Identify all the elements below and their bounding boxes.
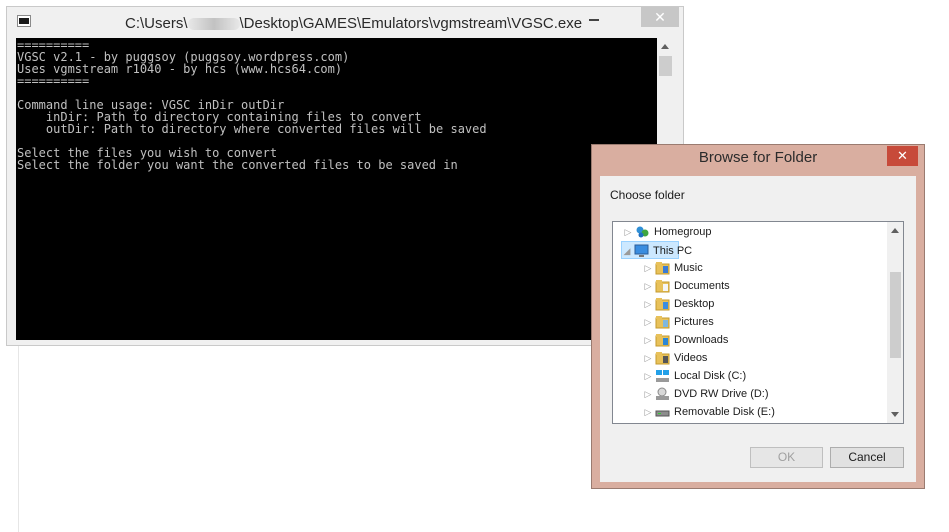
tree-item-label: Homegroup xyxy=(654,226,712,238)
expand-arrow-icon[interactable]: ▷ xyxy=(623,223,633,241)
documents-folder-icon xyxy=(655,279,670,293)
console-output[interactable]: ========== VGSC v2.1 - by puggsoy (puggs… xyxy=(16,38,657,340)
scroll-down-icon[interactable] xyxy=(891,412,899,417)
tree-item-label: Removable Disk (E:) xyxy=(674,406,775,418)
expand-arrow-icon[interactable]: ▷ xyxy=(643,295,653,313)
expand-arrow-icon[interactable]: ▷ xyxy=(643,385,653,403)
music-folder-icon xyxy=(655,261,670,275)
desktop-folder-icon xyxy=(655,297,670,311)
console-title-bar[interactable]: C:\Users\ \Desktop\GAMES\Emulators\vgmstr… xyxy=(7,7,683,39)
cancel-button[interactable]: Cancel xyxy=(830,447,904,468)
expand-arrow-icon[interactable]: ▷ xyxy=(643,331,653,349)
tree-scroll-thumb[interactable] xyxy=(890,272,901,358)
dialog-title: Browse for Folder xyxy=(698,149,818,166)
tree-item-label: Documents xyxy=(674,280,730,292)
expand-arrow-icon[interactable]: ▷ xyxy=(643,259,653,277)
console-close-button[interactable]: ✕ xyxy=(641,7,679,27)
scroll-up-icon[interactable] xyxy=(891,228,899,233)
tree-item-label: This PC xyxy=(653,245,693,257)
console-window: C:\Users\ \Desktop\GAMES\Emulators\vgmstr… xyxy=(6,6,684,346)
local-disk-icon xyxy=(655,369,670,383)
tree-item-label: Desktop xyxy=(674,298,715,310)
ok-button[interactable]: OK xyxy=(750,447,823,468)
tree-item-label: Videos xyxy=(674,352,708,364)
redacted-username xyxy=(187,18,240,31)
homegroup-icon xyxy=(635,225,650,239)
tree-item-label: Local Disk (C:) xyxy=(674,370,747,382)
console-title-suffix: \Desktop\GAMES\Emulators\vgmstream\VGSC.… xyxy=(239,15,583,32)
expand-arrow-icon[interactable]: ▷ xyxy=(643,349,653,367)
dvd-drive-icon xyxy=(655,387,670,401)
expand-arrow-icon[interactable]: ▷ xyxy=(643,367,653,385)
expand-arrow-icon[interactable]: ▷ xyxy=(643,403,653,421)
scroll-up-icon[interactable] xyxy=(661,44,669,49)
console-title: C:\Users\ \Desktop\GAMES\Emulators\vgmstr… xyxy=(125,15,582,32)
folder-tree[interactable]: ▷ Homegroup ◢ This PC ▷ Music ▷ Documents ▷ Deskt… xyxy=(612,221,904,424)
console-text: ========== VGSC v2.1 - by puggsoy (puggs… xyxy=(17,38,487,172)
console-scroll-thumb[interactable] xyxy=(659,56,672,76)
background-divider xyxy=(18,345,19,532)
expand-arrow-icon[interactable]: ▷ xyxy=(643,277,653,295)
console-title-prefix: C:\Users\ xyxy=(125,15,188,32)
minimize-icon[interactable] xyxy=(589,19,599,21)
tree-item[interactable]: ◢ This PC xyxy=(621,241,692,260)
browse-folder-dialog: Browse for Folder ✕ Choose folder ▷ Homeg… xyxy=(591,144,925,489)
tree-item-label: Music xyxy=(674,262,703,274)
dialog-close-button[interactable]: ✕ xyxy=(887,146,918,166)
removable-disk-icon xyxy=(655,405,670,419)
tree-item-label: Pictures xyxy=(674,316,714,328)
console-app-icon xyxy=(17,15,31,27)
tree-item-label: Downloads xyxy=(674,334,729,346)
choose-folder-label: Choose folder xyxy=(610,188,685,202)
videos-folder-icon xyxy=(655,351,670,365)
tree-scrollbar[interactable] xyxy=(887,222,903,423)
tree-item-label: DVD RW Drive (D:) xyxy=(674,388,769,400)
dialog-body: Choose folder ▷ Homegroup ◢ This PC ▷ Music ▷ D… xyxy=(600,176,916,482)
pictures-folder-icon xyxy=(655,315,670,329)
computer-icon xyxy=(634,244,649,258)
downloads-folder-icon xyxy=(655,333,670,347)
expand-arrow-icon[interactable]: ▷ xyxy=(643,313,653,331)
collapse-arrow-icon[interactable]: ◢ xyxy=(622,242,632,260)
